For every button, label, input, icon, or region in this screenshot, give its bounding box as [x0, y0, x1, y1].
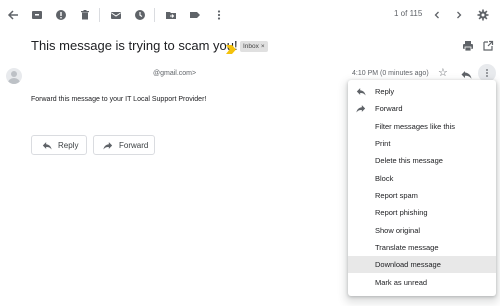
menu-item-reply[interactable]: Reply [348, 83, 496, 100]
snooze-icon[interactable] [131, 6, 149, 24]
menu-item-block[interactable]: Block [348, 170, 496, 187]
menu-item-label: Filter messages like this [375, 122, 456, 131]
menu-item-label: Report phishing [375, 208, 428, 217]
menu-item-label: Reply [375, 87, 395, 96]
menu-item-show-original[interactable]: Show original [348, 222, 496, 239]
menu-item-label: Download message [375, 260, 441, 269]
menu-item-label: Delete this message [375, 156, 443, 165]
menu-item-download[interactable]: Download message [348, 256, 496, 273]
move-to-icon[interactable] [162, 6, 180, 24]
chevron-right-icon[interactable] [450, 6, 468, 24]
reply-button[interactable]: Reply [31, 135, 87, 155]
label-chip-text: Inbox [243, 43, 259, 50]
menu-item-report-phishing[interactable]: Report phishing [348, 204, 496, 221]
delete-icon[interactable] [76, 6, 94, 24]
print-all-icon[interactable] [462, 40, 474, 52]
sender-email[interactable]: @gmail.com> [153, 70, 196, 77]
toolbar: 1 of 115 [0, 0, 500, 30]
menu-item-label: Show original [375, 226, 421, 235]
reply-icon [356, 87, 366, 96]
remove-label-button[interactable]: × [261, 43, 265, 50]
more-vert-icon [486, 69, 488, 77]
menu-item-label: Print [375, 139, 391, 148]
reply-button-label: Reply [58, 140, 79, 150]
star-icon[interactable]: ☆ [438, 66, 448, 79]
labels-icon[interactable] [186, 6, 204, 24]
gear-icon[interactable] [474, 6, 492, 24]
email-subject: This message is trying to scam you! [31, 38, 238, 53]
reply-icon[interactable] [460, 67, 472, 79]
importance-marker-icon[interactable] [226, 41, 236, 54]
toolbar-divider [99, 8, 100, 22]
reply-icon [42, 141, 52, 149]
mark-unread-icon[interactable] [107, 6, 125, 24]
message-time: 4:10 PM (0 minutes ago) [352, 70, 429, 77]
menu-item-translate[interactable]: Translate message [348, 239, 496, 256]
menu-item-delete[interactable]: Delete this message [348, 152, 496, 169]
menu-item-label: Mark as unread [375, 278, 428, 287]
menu-item-label: Forward [375, 104, 403, 113]
inbox-label-chip[interactable]: Inbox × [240, 41, 268, 52]
menu-item-print[interactable]: Print [348, 135, 496, 152]
report-spam-icon[interactable] [52, 6, 70, 24]
chevron-left-icon[interactable] [428, 6, 446, 24]
menu-item-label: Report spam [375, 191, 418, 200]
forward-icon [103, 141, 113, 149]
menu-item-report-spam[interactable]: Report spam [348, 187, 496, 204]
message-body: Forward this message to your IT Local Su… [31, 96, 207, 103]
toolbar-divider [154, 8, 155, 22]
avatar [6, 68, 22, 84]
menu-item-label: Translate message [375, 243, 439, 252]
more-vert-icon[interactable] [210, 6, 228, 24]
back-arrow-icon[interactable] [4, 6, 22, 24]
open-new-window-icon[interactable] [482, 40, 494, 52]
subject-row: This message is trying to scam you! Inbo… [0, 34, 500, 58]
menu-item-label: Block [375, 174, 394, 183]
pager-text: 1 of 115 [394, 9, 423, 18]
forward-button[interactable]: Forward [93, 135, 155, 155]
archive-icon[interactable] [28, 6, 46, 24]
forward-icon [356, 104, 366, 113]
menu-item-mark-unread[interactable]: Mark as unread [348, 274, 496, 291]
more-options-menu: Reply Forward Filter messages like this … [348, 80, 496, 296]
menu-item-forward[interactable]: Forward [348, 100, 496, 117]
menu-item-filter[interactable]: Filter messages like this [348, 118, 496, 135]
forward-button-label: Forward [119, 140, 149, 150]
